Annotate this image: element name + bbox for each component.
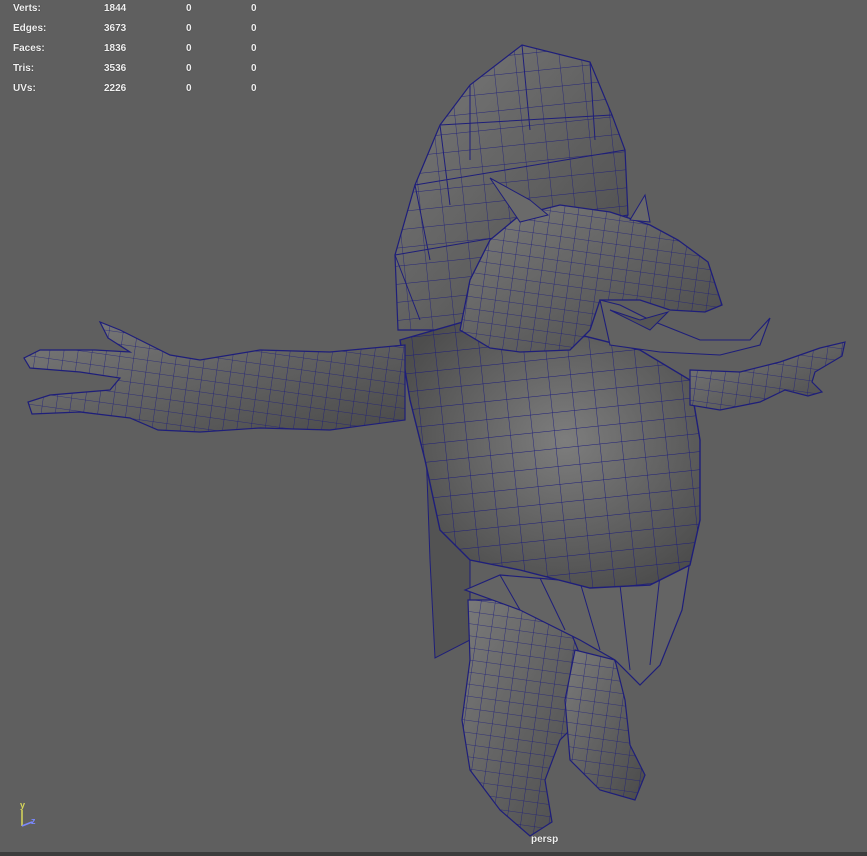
viewport-panel[interactable]: Verts: 1844 0 0 Edges: 3673 0 0 Faces: 1… — [0, 0, 867, 856]
axis-y-label: y — [20, 800, 26, 810]
left-arm-mesh — [23, 320, 406, 433]
viewport-bottom-border — [0, 852, 867, 856]
view-axis-gizmo: y z — [14, 800, 44, 830]
camera-name-label: persp — [531, 834, 559, 845]
character-mesh[interactable] — [0, 0, 867, 856]
axis-z-label: z — [31, 816, 36, 826]
